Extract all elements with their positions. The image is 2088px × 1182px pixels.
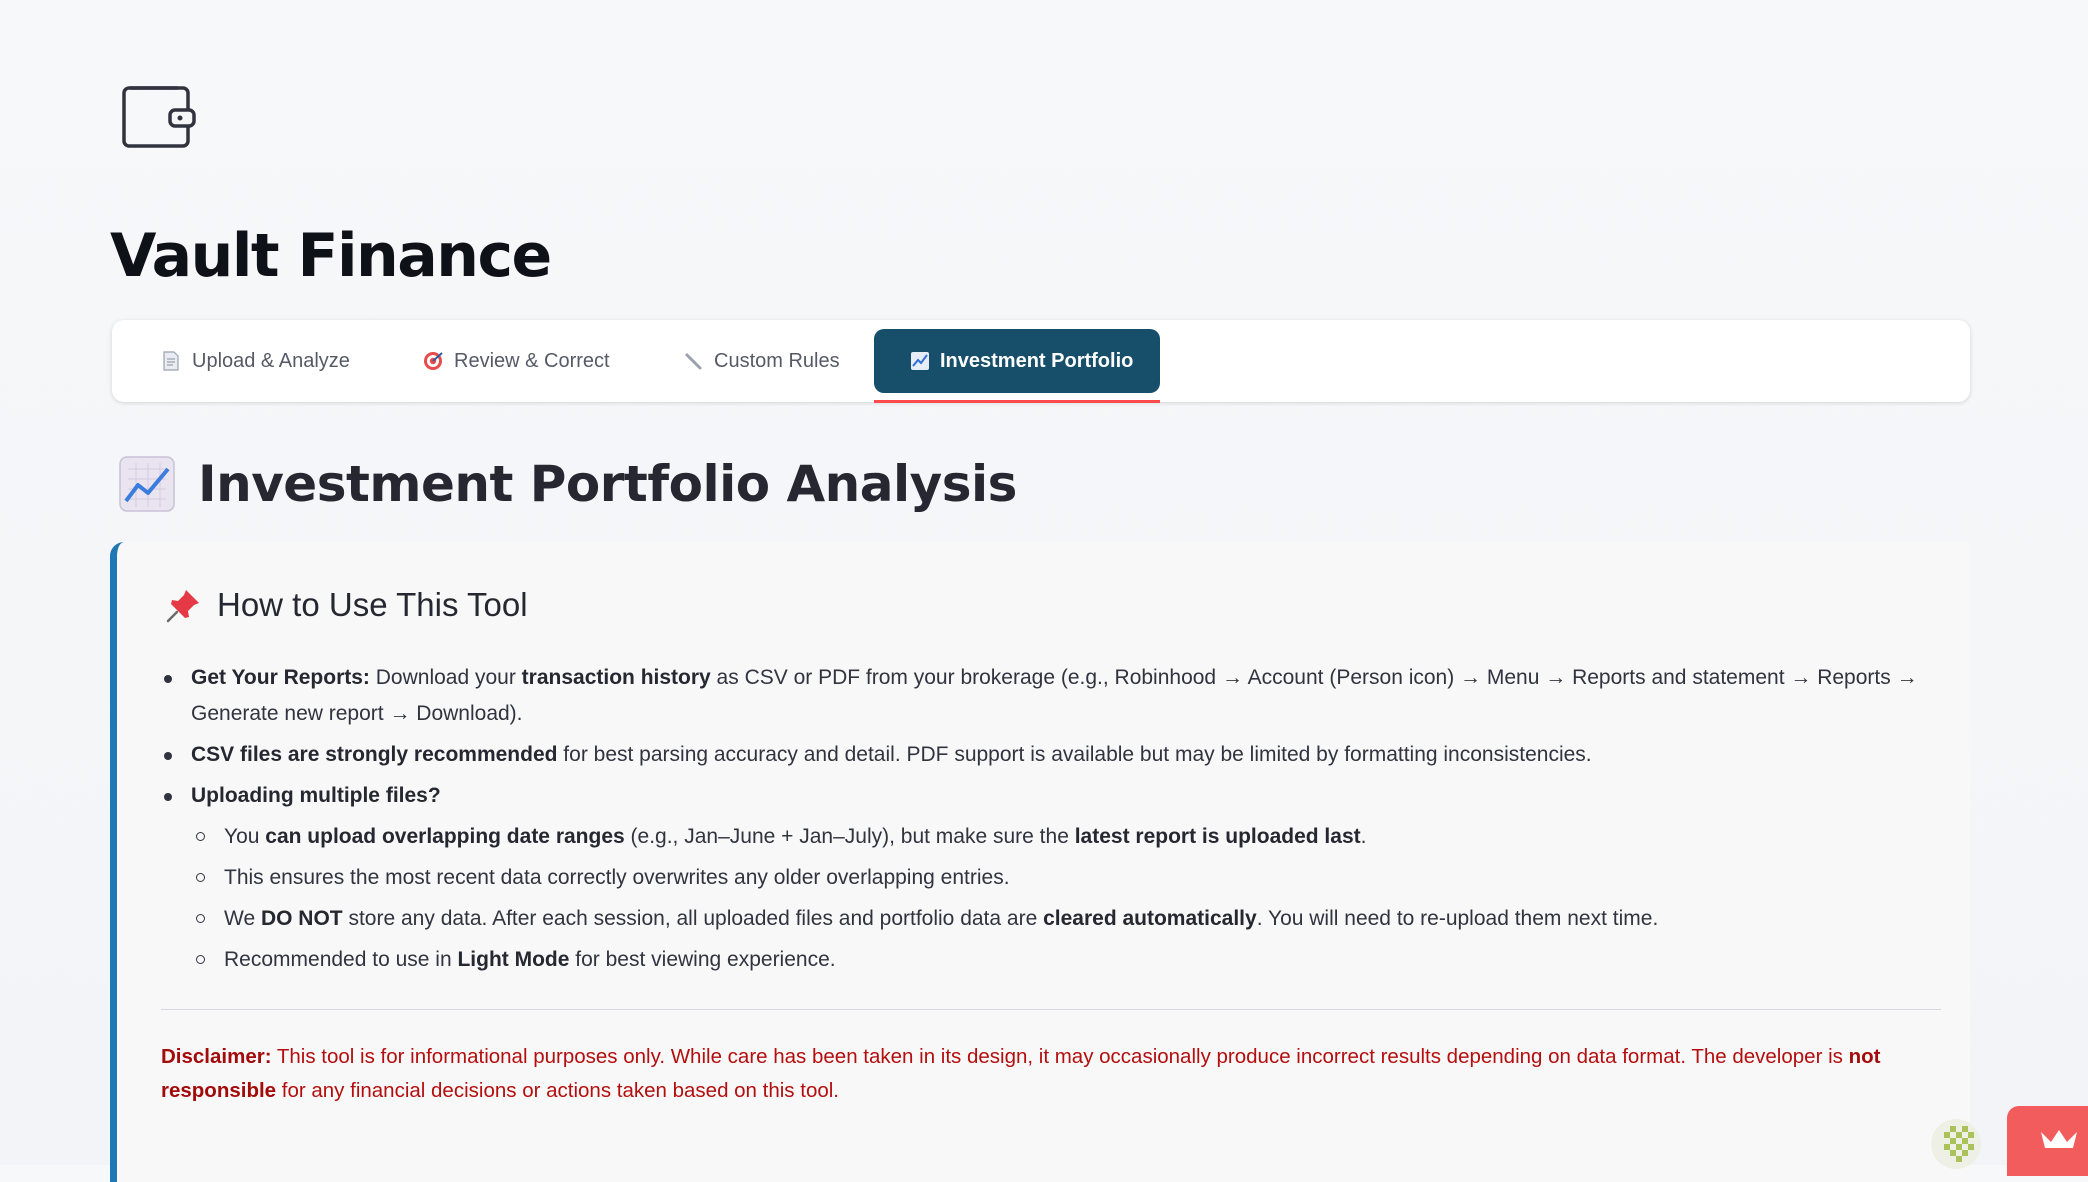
wallet-icon	[122, 86, 196, 148]
bold-text: latest report is uploaded last	[1074, 825, 1361, 848]
bold-text: Uploading multiple files?	[191, 784, 441, 807]
bold-text: DO NOT	[260, 907, 343, 930]
sub-list-item: We DO NOT store any data. After each ses…	[196, 901, 1971, 937]
sub-list-item: You can upload overlapping date ranges (…	[196, 819, 1971, 855]
text: We	[224, 907, 261, 930]
tab-bar: Upload & Analyze Review & Correct Custom…	[112, 320, 1970, 402]
text: for any financial decisions or actions t…	[276, 1079, 840, 1102]
bold-text: Get Your Reports:	[191, 666, 370, 689]
bold-text: Light Mode	[457, 948, 570, 971]
tab-label: Investment Portfolio	[940, 349, 1134, 372]
streamlit-badge-button[interactable]	[2007, 1106, 2088, 1176]
page-icon	[160, 350, 182, 372]
target-icon	[422, 350, 444, 372]
sub-list-item: This ensures the most recent data correc…	[196, 860, 1971, 896]
crown-icon	[2041, 1130, 2077, 1148]
tab-upload-analyze[interactable]: Upload & Analyze	[160, 329, 350, 393]
bold-text: CSV files are strongly recommended	[191, 743, 558, 766]
tab-custom-rules[interactable]: Custom Rules	[682, 329, 840, 393]
list-item: Uploading multiple files? You can upload…	[164, 778, 1971, 978]
text: for best parsing accuracy and detail. PD…	[557, 743, 1592, 766]
info-card: How to Use This Tool Get Your Reports: D…	[110, 542, 1970, 1182]
howto-list: Get Your Reports: Download your transact…	[157, 660, 1971, 983]
howto-title-text: How to Use This Tool	[217, 586, 528, 623]
howto-title: How to Use This Tool	[165, 586, 528, 624]
disclaimer: Disclaimer: This tool is for information…	[161, 1040, 1941, 1108]
divider	[161, 1009, 1941, 1010]
text: Download your	[369, 666, 522, 689]
page-title: Investment Portfolio Analysis	[118, 452, 1017, 516]
bold-text: transaction history	[521, 666, 711, 689]
text: This tool is for informational purposes …	[271, 1045, 1849, 1068]
tab-investment-portfolio[interactable]: Investment Portfolio	[874, 329, 1160, 393]
page-title-text: Investment Portfolio Analysis	[198, 455, 1017, 513]
tab-label: Review & Correct	[454, 349, 610, 372]
text: . You will need to re-upload them next t…	[1256, 907, 1659, 930]
app-title: Vault Finance	[110, 221, 552, 291]
tab-label: Custom Rules	[714, 349, 840, 372]
disclaimer-label: Disclaimer:	[161, 1045, 272, 1068]
text: store any data. After each session, all …	[342, 907, 1044, 930]
sub-list-item: Recommended to use in Light Mode for bes…	[196, 942, 1971, 978]
sub-list: You can upload overlapping date ranges (…	[191, 819, 1971, 978]
text: This ensures the most recent data correc…	[224, 866, 1010, 889]
list-item: CSV files are strongly recommended for b…	[164, 737, 1971, 773]
chart-increasing-icon	[119, 456, 175, 512]
list-item: Get Your Reports: Download your transact…	[164, 660, 1971, 732]
bold-text: cleared automatically	[1043, 907, 1257, 930]
text: Recommended to use in	[224, 948, 458, 971]
active-tab-indicator	[874, 400, 1160, 403]
bold-text: can upload overlapping date ranges	[265, 825, 625, 848]
running-status-icon[interactable]	[1930, 1118, 1982, 1170]
text: (e.g., Jan–June + Jan–July), but make su…	[624, 825, 1075, 848]
text: .	[1360, 825, 1367, 848]
tab-review-correct[interactable]: Review & Correct	[422, 329, 610, 393]
tab-label: Upload & Analyze	[192, 349, 350, 372]
chart-increasing-icon	[910, 350, 930, 372]
text: You	[224, 825, 266, 848]
wrench-icon	[682, 350, 704, 372]
pushpin-icon	[166, 590, 199, 623]
text: for best viewing experience.	[569, 948, 836, 971]
